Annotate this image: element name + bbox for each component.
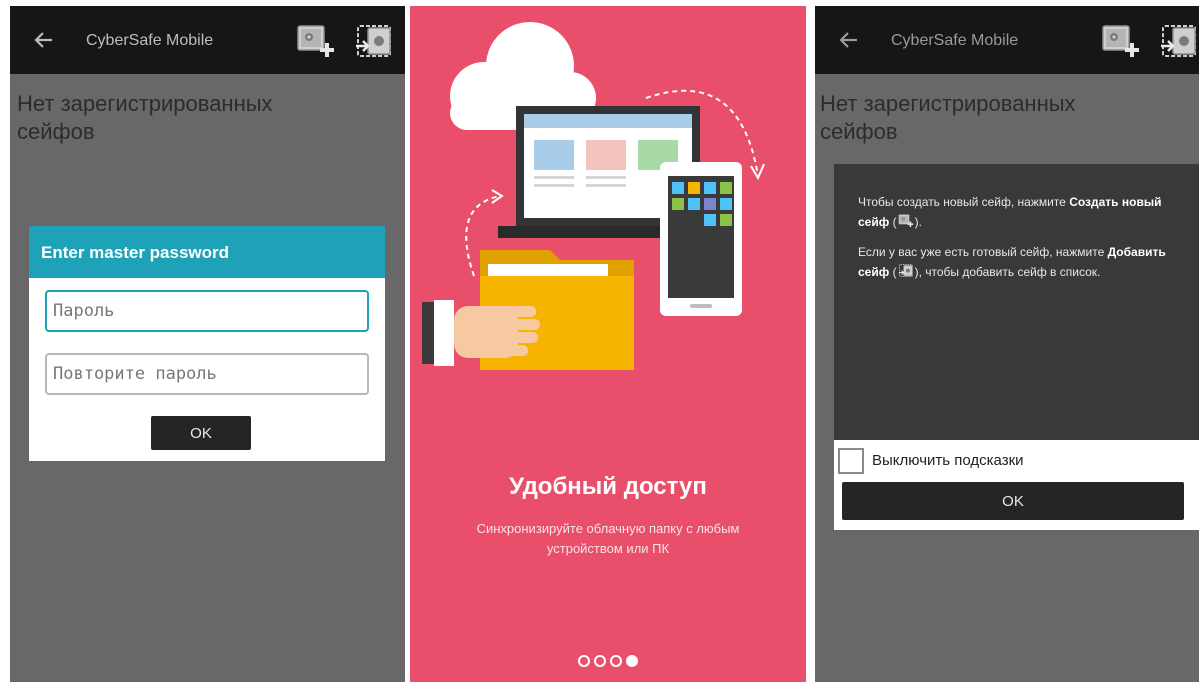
dialog-title: Enter master password [29,226,385,278]
empty-state-text: Нет зарегистрированных сейфов [17,91,273,144]
empty-state-text: Нет зарегистрированных сейфов [820,91,1076,144]
hint-add: Если у вас уже есть готовый сейф, нажмит… [858,245,1166,279]
page-indicator[interactable] [410,654,806,672]
page-dot[interactable] [610,655,622,667]
hint-text: Чтобы создать новый сейф, нажмите Создат… [858,192,1188,292]
app-title: CyberSafe Mobile [86,32,214,49]
password-input[interactable] [45,290,369,332]
hint-dialog: Чтобы создать новый сейф, нажмите Создат… [834,164,1199,530]
hint-actions: Выключить подсказки OK [834,440,1199,530]
disable-hints-label[interactable]: Выключить подсказки [872,452,1024,469]
screen-master-password: CyberSafe Mobile Нет зарегистрированных … [10,6,405,682]
sync-illustration [422,22,765,370]
safe-import-icon [897,263,915,279]
repeat-password-input[interactable] [45,353,369,395]
master-password-dialog: Enter master password OK [29,226,385,461]
safe-import-icon[interactable] [354,22,394,62]
arrow-left-icon[interactable] [32,28,56,52]
onboarding-subtitle: Синхронизируйте облачную папку с любым у… [476,521,740,556]
ok-button[interactable]: OK [151,416,251,450]
hint-create: Чтобы создать новый сейф, нажмите Создат… [858,195,1162,229]
ok-button[interactable]: OK [842,482,1184,520]
arrow-left-icon[interactable] [837,28,861,52]
page-dot[interactable] [594,655,606,667]
disable-hints-checkbox[interactable] [838,448,864,474]
onboarding-title: Удобный доступ [509,473,707,500]
action-bar: CyberSafe Mobile [10,6,405,74]
app-title: CyberSafe Mobile [891,32,1019,49]
action-bar: CyberSafe Mobile [815,6,1199,74]
safe-add-icon[interactable] [296,22,336,62]
screen-hints: CyberSafe Mobile Нет зарегистрированных … [815,6,1199,682]
page-dot[interactable] [578,655,590,667]
safe-add-icon [897,213,915,229]
page-dot[interactable] [626,655,638,667]
safe-import-icon[interactable] [1159,22,1199,62]
screen-onboarding: Удобный доступ Синхронизируйте облачную … [410,6,806,682]
safe-add-icon[interactable] [1101,22,1141,62]
phone-icon [660,162,742,316]
